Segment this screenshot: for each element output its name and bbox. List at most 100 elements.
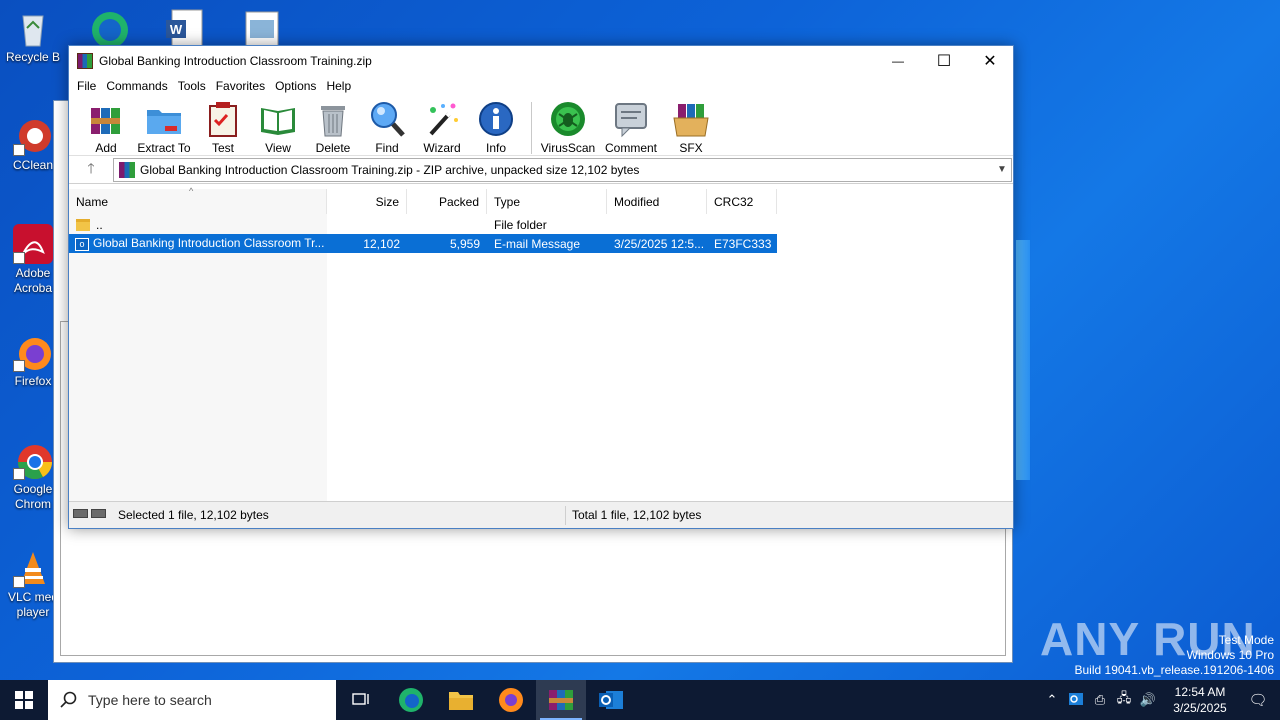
archive-path-dropdown[interactable]: Global Banking Introduction Classroom Tr… <box>113 157 1012 182</box>
comment-button[interactable]: Comment <box>596 100 666 155</box>
shortcut-arrow-icon <box>13 360 25 372</box>
email-message-icon: o <box>75 237 89 251</box>
taskbar-firefox[interactable] <box>486 680 536 720</box>
sfx-button[interactable]: SFX <box>666 100 716 155</box>
desktop-icon-label: Recycle B <box>5 50 61 64</box>
edge-desktop-icon[interactable] <box>88 6 132 48</box>
minimize-button[interactable]: — <box>875 46 921 76</box>
chrome-icon <box>13 440 53 480</box>
add-button[interactable]: Add <box>81 100 131 155</box>
taskbar-file-explorer[interactable] <box>436 680 486 720</box>
cell-type: E-mail Message <box>494 236 581 251</box>
menu-commands[interactable]: Commands <box>105 79 174 93</box>
view-icon <box>259 100 297 138</box>
column-header-label: Type <box>494 194 521 209</box>
menu-options[interactable]: Options <box>274 79 323 93</box>
virusscan-icon <box>549 100 587 138</box>
cell-type: File folder <box>494 217 547 232</box>
taskbar-clock[interactable]: 12:54 AM 3/25/2025 <box>1164 684 1236 716</box>
test-icon <box>204 100 242 138</box>
info-icon <box>477 100 515 138</box>
column-header-label: Size <box>375 194 399 209</box>
system-tray: ⌃ ⎙ 🖧 🔊 12:54 AM 3/25/2025 🗨 <box>1040 680 1280 720</box>
windows-test-mode-watermark: Test Mode Windows 10 Pro Build 19041.vb_… <box>1075 633 1275 678</box>
adobe-acrobat-icon <box>13 224 53 264</box>
menu-tools[interactable]: Tools <box>177 79 213 93</box>
column-header-row: ^ Name Size Packed Type Modified CRC32 <box>69 186 777 214</box>
image-file-desktop-icon[interactable] <box>240 6 284 47</box>
chevron-down-icon[interactable]: ▼ <box>993 164 1011 175</box>
key-icon <box>91 509 106 518</box>
delete-label: Delete <box>315 141 351 155</box>
edge-icon <box>399 688 423 712</box>
maximize-button[interactable]: ☐ <box>921 46 967 76</box>
column-header-packed[interactable]: Packed <box>407 189 487 214</box>
table-row-parent-folder[interactable]: .. File folder <box>69 215 777 234</box>
delete-icon <box>314 100 352 138</box>
volume-icon[interactable]: 🔊 <box>1136 692 1160 708</box>
info-button[interactable]: Info <box>469 100 523 155</box>
column-header-size[interactable]: Size <box>327 189 407 214</box>
column-header-type[interactable]: Type <box>487 189 607 214</box>
watermark-line: Windows 10 Pro <box>1186 648 1274 662</box>
column-header-modified[interactable]: Modified <box>607 189 707 214</box>
menu-bar: File Commands Tools Favorites Options He… <box>69 76 1013 96</box>
cell-crc32: E73FC333 <box>714 236 772 251</box>
table-row-selected-file[interactable]: o Global Banking Introduction Classroom T… <box>69 234 777 253</box>
menu-help[interactable]: Help <box>325 79 358 93</box>
chevron-up-icon[interactable]: ⌃ <box>1040 692 1064 708</box>
column-header-label: Name <box>76 194 109 209</box>
recycle-bin-icon <box>13 8 53 48</box>
add-icon <box>87 100 125 138</box>
network-adapter-icon[interactable]: ⎙ <box>1088 692 1112 708</box>
test-label: Test <box>211 141 234 155</box>
task-view-icon <box>352 693 369 705</box>
status-total: Total 1 file, 12,102 bytes <box>572 508 702 522</box>
column-header-name[interactable]: ^ Name <box>69 186 327 214</box>
taskbar-outlook[interactable] <box>586 680 636 720</box>
column-header-label: Modified <box>614 194 660 209</box>
menu-favorites[interactable]: Favorites <box>215 79 272 93</box>
shortcut-arrow-icon <box>13 576 25 588</box>
delete-button[interactable]: Delete <box>307 100 359 155</box>
file-explorer-icon <box>449 692 473 710</box>
virusscan-button[interactable]: VirusScan <box>540 100 596 155</box>
firefox-icon <box>499 688 523 712</box>
taskbar-search-box[interactable]: Type here to search <box>48 680 336 720</box>
wizard-icon <box>423 100 461 138</box>
menu-file[interactable]: File <box>76 79 103 93</box>
test-button[interactable]: Test <box>197 100 249 155</box>
winrar-app-icon <box>77 53 93 69</box>
recycle-bin-desktop-icon[interactable]: Recycle B <box>0 8 66 65</box>
view-label: View <box>265 141 291 155</box>
taskbar-edge[interactable] <box>386 680 436 720</box>
wizard-button[interactable]: Wizard <box>415 100 469 155</box>
title-bar[interactable]: Global Banking Introduction Classroom Tr… <box>69 46 1013 76</box>
find-icon <box>368 100 406 138</box>
shortcut-arrow-icon <box>13 252 25 264</box>
task-view-button[interactable] <box>336 680 386 720</box>
windows-logo-icon <box>15 691 33 709</box>
file-list: ^ Name Size Packed Type Modified CRC32 .… <box>69 186 1013 502</box>
find-button[interactable]: Find <box>359 100 415 155</box>
taskbar-winrar[interactable] <box>536 680 586 720</box>
up-one-level-button[interactable]: 🡑 <box>69 158 113 182</box>
network-icon[interactable]: 🖧 <box>1112 689 1136 711</box>
virusscan-label: VirusScan <box>540 141 596 155</box>
search-icon <box>60 691 78 709</box>
column-header-crc32[interactable]: CRC32 <box>707 189 777 214</box>
svg-text:W: W <box>170 22 183 37</box>
comment-icon <box>612 100 650 138</box>
close-button[interactable]: ✕ <box>967 46 1013 76</box>
outlook-tray-icon[interactable] <box>1064 691 1088 710</box>
row-name-text: .. <box>96 217 103 232</box>
start-button[interactable] <box>0 680 48 720</box>
view-button[interactable]: View <box>249 100 307 155</box>
notification-center-icon[interactable]: 🗨 <box>1236 691 1280 709</box>
clock-date: 3/25/2025 <box>1173 701 1227 715</box>
status-icons <box>73 509 115 521</box>
archive-path-text: Global Banking Introduction Classroom Tr… <box>140 162 640 177</box>
extract-to-button[interactable]: Extract To <box>131 100 197 155</box>
column-header-label: Packed <box>438 194 479 209</box>
word-document-desktop-icon[interactable]: W <box>162 6 206 47</box>
